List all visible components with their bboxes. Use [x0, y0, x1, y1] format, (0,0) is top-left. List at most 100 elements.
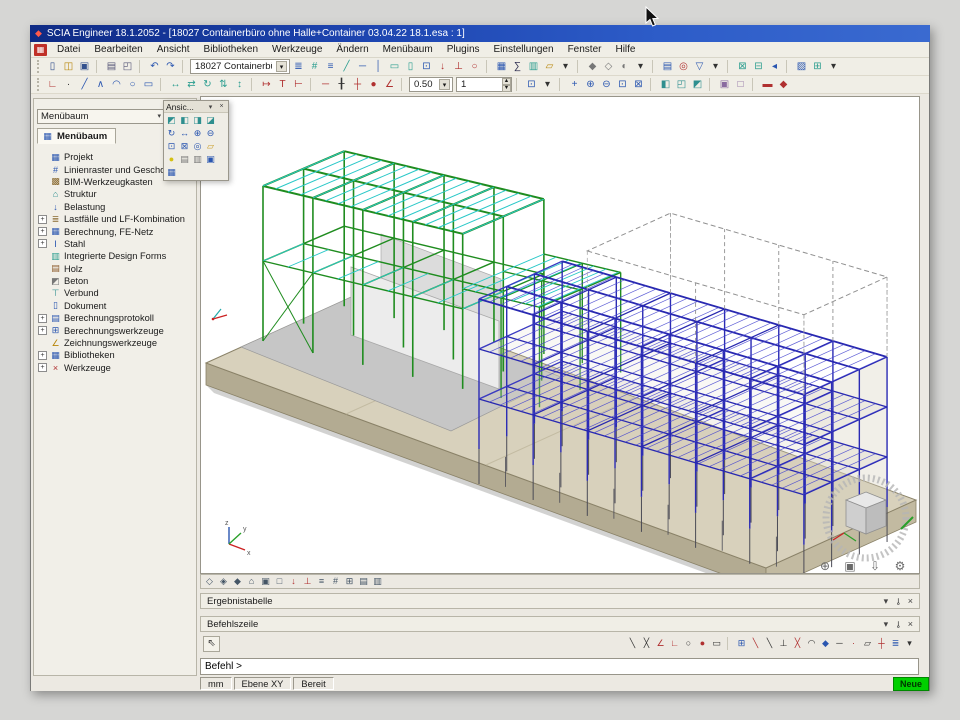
- tree-item-berechnung-fe-netz[interactable]: +▦Berechnung, FE-Netz: [38, 225, 194, 237]
- tree-item-holz[interactable]: ▤Holz: [38, 263, 194, 275]
- count-spinner[interactable]: 1 ▲▼: [456, 77, 512, 92]
- snap-vertex-icon[interactable]: ·: [847, 637, 860, 650]
- results-dropdown-icon[interactable]: ▾: [884, 596, 889, 607]
- parameters-icon[interactable]: ▥: [371, 575, 384, 588]
- tree-item-dokument[interactable]: ▯Dokument: [38, 300, 194, 312]
- menu-hilfe[interactable]: Hilfe: [608, 43, 642, 56]
- results-icon[interactable]: ▥: [526, 59, 541, 74]
- status-plane[interactable]: Ebene XY: [234, 677, 292, 690]
- layer-box-icon[interactable]: ⊡: [524, 77, 539, 92]
- top-view-icon[interactable]: ◰: [674, 77, 689, 92]
- mirror-icon[interactable]: ⇅: [216, 77, 231, 92]
- results-close-icon[interactable]: ×: [908, 596, 913, 606]
- scia-menu-icon[interactable]: ▦: [34, 44, 47, 56]
- wireframe-icon[interactable]: ◇: [601, 59, 616, 74]
- new-document-icon[interactable]: ▯: [45, 59, 60, 74]
- print-preview-icon[interactable]: ◰: [120, 59, 135, 74]
- move-icon[interactable]: ↔: [168, 77, 183, 92]
- titlebar[interactable]: ◆ SCIA Engineer 18.1.2052 - [18027 Conta…: [30, 25, 930, 42]
- iso-view-icon[interactable]: ◩: [690, 77, 705, 92]
- menu-ndern[interactable]: Ändern: [329, 43, 375, 56]
- viewport-settings-gear-icon[interactable]: ⚙: [891, 558, 909, 574]
- tree-item-werkzeuge[interactable]: +×Werkzeuge: [38, 362, 194, 374]
- pan-icon[interactable]: +: [567, 77, 582, 92]
- model-data-icon[interactable]: ▤: [357, 575, 370, 588]
- ungroup-icon[interactable]: □: [733, 77, 748, 92]
- properties-icon[interactable]: ▨: [794, 59, 809, 74]
- sidebar-panel-combo[interactable]: Menübaum ▾: [37, 109, 165, 124]
- new-button[interactable]: Neue: [893, 677, 929, 691]
- tree-item-verbund[interactable]: ⊤Verbund: [38, 287, 194, 299]
- results-pin-icon[interactable]: ⊸: [894, 596, 902, 607]
- axis-cross-icon[interactable]: ┼: [350, 77, 365, 92]
- tree-item-berechnungsprotokoll[interactable]: +▤Berechnungsprotokoll: [38, 312, 194, 324]
- filter-icon[interactable]: ▽: [692, 59, 707, 74]
- bold-line-icon[interactable]: ▬: [760, 77, 775, 92]
- palette-close-icon[interactable]: ×: [217, 103, 226, 110]
- zoom-in-icon[interactable]: ⊕: [583, 77, 598, 92]
- supports-display-icon[interactable]: ⊥: [301, 575, 314, 588]
- perspective-icon[interactable]: ⌂: [245, 575, 258, 588]
- snap-angle-icon[interactable]: ∠: [654, 637, 667, 650]
- command-close-icon[interactable]: ×: [908, 619, 913, 629]
- snap-cross-icon[interactable]: ╳: [640, 637, 653, 650]
- project-combo[interactable]: 18027 Containerbü ▾: [190, 59, 290, 74]
- document-icon[interactable]: ▱: [542, 59, 557, 74]
- text-label-icon[interactable]: T: [275, 77, 290, 92]
- measure-icon[interactable]: ⊢: [291, 77, 306, 92]
- menu-ansicht[interactable]: Ansicht: [150, 43, 197, 56]
- scale-combo[interactable]: 0.50 ▾: [409, 77, 453, 92]
- tree-expander-icon[interactable]: +: [38, 351, 47, 360]
- support-icon[interactable]: ⊥: [451, 59, 466, 74]
- model-3d-view[interactable]: zxy: [201, 97, 919, 573]
- layer-visibility-icon[interactable]: ▤: [178, 153, 191, 166]
- tree-item-berechnungswerkzeuge[interactable]: +⊞Berechnungswerkzeuge: [38, 324, 194, 336]
- wireframe-mode-icon[interactable]: ◇: [203, 575, 216, 588]
- tree-expander-icon[interactable]: +: [38, 363, 47, 372]
- polyline-icon[interactable]: ∧: [93, 77, 108, 92]
- snap-node-icon[interactable]: ●: [696, 637, 709, 650]
- table-input-icon[interactable]: ⊞: [810, 59, 825, 74]
- toolbar-grip[interactable]: [37, 78, 40, 91]
- previous-selection-icon[interactable]: ◂: [767, 59, 782, 74]
- copy-icon[interactable]: ⇄: [184, 77, 199, 92]
- zoom-all-icon[interactable]: ⊠: [631, 77, 646, 92]
- section-cut-icon[interactable]: ╂: [334, 77, 349, 92]
- render-icon[interactable]: ◆: [585, 59, 600, 74]
- wall-icon[interactable]: ▯: [403, 59, 418, 74]
- column-icon[interactable]: │: [371, 59, 386, 74]
- snap-box-icon[interactable]: ▭: [710, 637, 723, 650]
- snap-edge-icon[interactable]: ─: [833, 637, 846, 650]
- tree-item-beton[interactable]: ◩Beton: [38, 275, 194, 287]
- viewport-cube-icon[interactable]: ▣: [841, 558, 859, 574]
- snap-tan-icon[interactable]: ◠: [805, 637, 818, 650]
- dropdown-arrow-icon[interactable]: ▾: [540, 77, 555, 92]
- snap-mid-icon[interactable]: ╲: [749, 637, 762, 650]
- menu-bibliotheken[interactable]: Bibliotheken: [197, 43, 265, 56]
- volume-icon[interactable]: ▣: [259, 575, 272, 588]
- ucs-icon[interactable]: ∟: [45, 77, 60, 92]
- save-icon[interactable]: ▣: [77, 59, 92, 74]
- print-icon[interactable]: ▤: [104, 59, 119, 74]
- sidebar-tab-menubaum[interactable]: ▦ Menübaum: [37, 128, 116, 144]
- tree-expander-icon[interactable]: +: [38, 227, 47, 236]
- tree-item-zeichnungswerkzeuge[interactable]: ∠Zeichnungswerkzeuge: [38, 337, 194, 349]
- snap-lock-icon[interactable]: ≣: [889, 637, 902, 650]
- tree-item-struktur[interactable]: ⌂Struktur: [38, 188, 194, 200]
- rectangle-icon[interactable]: ▭: [141, 77, 156, 92]
- dropdown-arrow-icon[interactable]: ▾: [708, 59, 723, 74]
- command-dropdown-icon[interactable]: ▾: [884, 619, 889, 630]
- grid-display-icon[interactable]: ⊞: [343, 575, 356, 588]
- tree-expander-icon[interactable]: +: [38, 314, 47, 323]
- member-icon[interactable]: ╱: [339, 59, 354, 74]
- open-project-icon[interactable]: ◫: [61, 59, 76, 74]
- activity-icon[interactable]: ◎: [676, 59, 691, 74]
- numbering-icon[interactable]: #: [329, 575, 342, 588]
- spin-up-icon[interactable]: ▲: [502, 78, 511, 85]
- snap-int-icon[interactable]: ╳: [791, 637, 804, 650]
- line-grid-icon[interactable]: #: [307, 59, 322, 74]
- menu-plugins[interactable]: Plugins: [440, 43, 487, 56]
- mesh-icon[interactable]: ▦: [494, 59, 509, 74]
- chevron-down-icon[interactable]: ▾: [439, 79, 450, 90]
- select-icon[interactable]: ⊠: [735, 59, 750, 74]
